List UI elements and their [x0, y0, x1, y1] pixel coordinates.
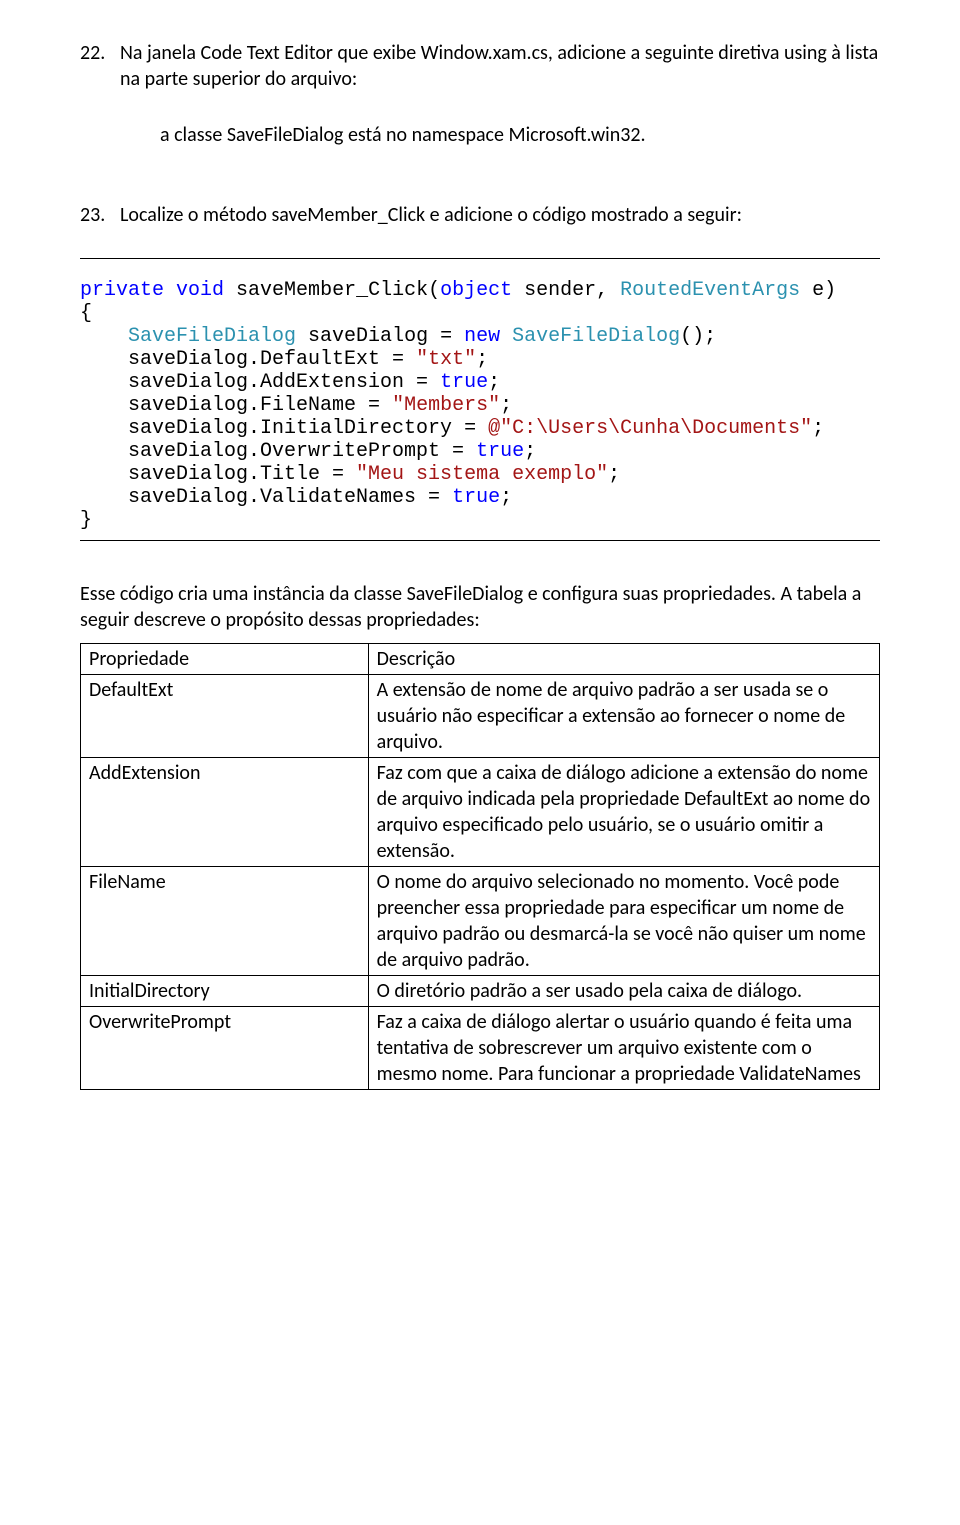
- table-cell: AddExtension: [81, 758, 369, 867]
- paragraph: Esse código cria uma instância da classe…: [80, 581, 880, 633]
- table-header-cell: Propriedade: [81, 644, 369, 675]
- table-header-cell: Descrição: [368, 644, 879, 675]
- code-text: sender,: [512, 279, 620, 302]
- code-type: RoutedEventArgs: [620, 279, 800, 302]
- code-type: SaveFileDialog: [512, 325, 680, 348]
- table-row: DefaultExt A extensão de nome de arquivo…: [81, 675, 880, 758]
- code-text: [500, 325, 512, 348]
- code-text: ;: [500, 486, 512, 509]
- code-text: saveDialog.Title =: [80, 463, 356, 486]
- list-item-23: 23. Localize o método saveMember_Click e…: [80, 202, 880, 228]
- code-text: saveDialog =: [296, 325, 464, 348]
- code-text: saveDialog.FileName =: [80, 394, 392, 417]
- code-text: ;: [488, 371, 500, 394]
- code-text: ();: [680, 325, 716, 348]
- list-text: Localize o método saveMember_Click e adi…: [120, 203, 742, 227]
- list-number: 22.: [80, 40, 120, 178]
- code-text: saveDialog.AddExtension =: [80, 371, 440, 394]
- code-keyword: object: [440, 279, 512, 302]
- code-keyword: true: [476, 440, 524, 463]
- code-text: saveDialog.ValidateNames =: [80, 486, 452, 509]
- code-type: SaveFileDialog: [128, 325, 296, 348]
- code-string: @"C:\Users\Cunha\Documents": [488, 417, 812, 440]
- table-cell: O diretório padrão a ser usado pela caix…: [368, 976, 879, 1007]
- table-cell: DefaultExt: [81, 675, 369, 758]
- table-cell: Faz com que a caixa de diálogo adicione …: [368, 758, 879, 867]
- table-cell: Faz a caixa de diálogo alertar o usuário…: [368, 1007, 879, 1090]
- code-text: saveDialog.DefaultExt =: [80, 348, 416, 371]
- table-row: AddExtension Faz com que a caixa de diál…: [81, 758, 880, 867]
- table-row: InitialDirectory O diretório padrão a se…: [81, 976, 880, 1007]
- code-text: [164, 279, 176, 302]
- code-text: saveMember_Click(: [224, 279, 440, 302]
- code-text: }: [80, 509, 92, 532]
- table-row: OverwritePrompt Faz a caixa de diálogo a…: [81, 1007, 880, 1090]
- code-text: ;: [608, 463, 620, 486]
- list-body: Localize o método saveMember_Click e adi…: [120, 202, 880, 228]
- table-header-row: Propriedade Descrição: [81, 644, 880, 675]
- code-string: "Meu sistema exemplo": [356, 463, 608, 486]
- code-string: "txt": [416, 348, 476, 371]
- code-block: private void saveMember_Click(object sen…: [80, 258, 880, 541]
- code-keyword: new: [464, 325, 500, 348]
- code-keyword: void: [176, 279, 224, 302]
- list-item-22: 22. Na janela Code Text Editor que exibe…: [80, 40, 880, 178]
- code-keyword: true: [452, 486, 500, 509]
- table-cell: FileName: [81, 867, 369, 976]
- code-text: [80, 325, 128, 348]
- table-cell: O nome do arquivo selecionado no momento…: [368, 867, 879, 976]
- document-page: 22. Na janela Code Text Editor que exibe…: [0, 0, 960, 1130]
- code-keyword: true: [440, 371, 488, 394]
- list-number: 23.: [80, 202, 120, 228]
- table-row: FileName O nome do arquivo selecionado n…: [81, 867, 880, 976]
- list-body: Na janela Code Text Editor que exibe Win…: [120, 40, 880, 178]
- properties-table: Propriedade Descrição DefaultExt A exten…: [80, 643, 880, 1090]
- table-cell: A extensão de nome de arquivo padrão a s…: [368, 675, 879, 758]
- code-text: saveDialog.OverwritePrompt =: [80, 440, 476, 463]
- list-text: Na janela Code Text Editor que exibe Win…: [120, 41, 878, 91]
- table-cell: OverwritePrompt: [81, 1007, 369, 1090]
- code-keyword: private: [80, 279, 164, 302]
- code-text: e): [800, 279, 836, 302]
- code-text: ;: [524, 440, 536, 463]
- sub-paragraph: a classe SaveFileDialog está no namespac…: [160, 122, 880, 148]
- code-text: saveDialog.InitialDirectory =: [80, 417, 488, 440]
- table-cell: InitialDirectory: [81, 976, 369, 1007]
- code-string: "Members": [392, 394, 500, 417]
- code-text: {: [80, 302, 92, 325]
- code-text: ;: [476, 348, 488, 371]
- code-text: ;: [500, 394, 512, 417]
- code-text: ;: [812, 417, 824, 440]
